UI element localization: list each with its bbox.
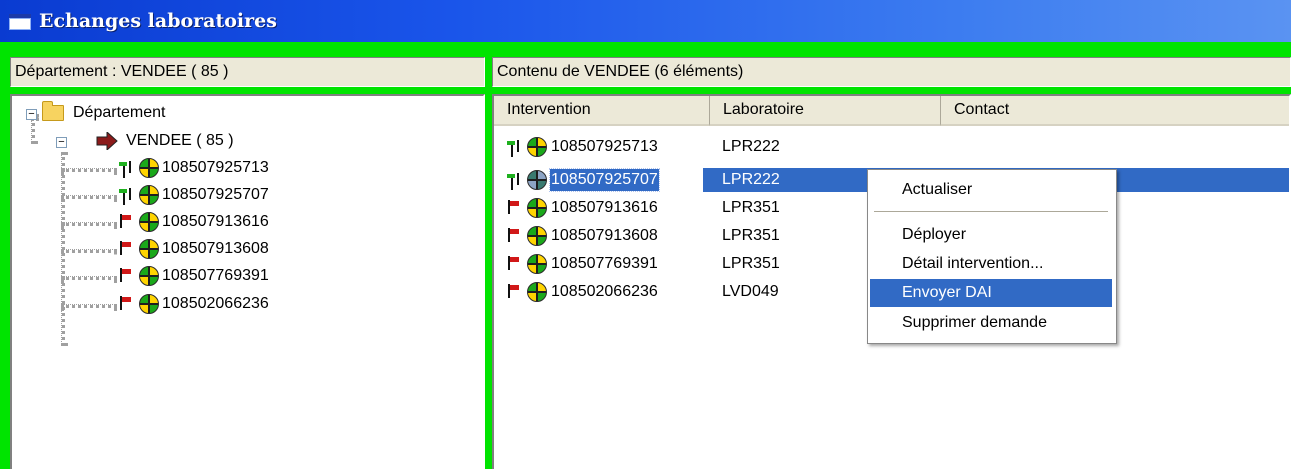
menu-separator — [874, 211, 1108, 213]
menu-item-supprimer-demande[interactable]: Supprimer demande — [870, 309, 1112, 337]
tree-node-label: 108507913608 — [162, 240, 269, 257]
right-panel-header: Contenu de VENDEE (6 éléments) — [492, 57, 1291, 87]
tree-root-label: Département — [73, 104, 166, 121]
tree-node-label: 108507925707 — [162, 186, 269, 203]
tree-node-label: 108507769391 — [162, 267, 269, 284]
left-panel-header: Département : VENDEE ( 85 ) — [10, 57, 485, 87]
red-flag-icon — [506, 255, 524, 273]
menu-item-envoyer-dai[interactable]: Envoyer DAI — [870, 279, 1112, 307]
target-icon — [139, 266, 159, 286]
column-header-intervention[interactable]: Intervention — [494, 96, 710, 126]
intervention-cell: 108507769391 — [551, 255, 658, 272]
target-icon — [139, 158, 159, 178]
window-icon — [9, 14, 31, 30]
folder-icon — [42, 101, 64, 121]
laboratoire-cell: LVD049 — [722, 283, 779, 300]
tree-node-root[interactable]: Département — [42, 101, 166, 125]
green-flag-icon — [506, 171, 524, 189]
red-flag-icon — [118, 240, 136, 258]
target-icon — [527, 282, 547, 302]
tree-node-intervention[interactable]: 108507913616 — [118, 210, 269, 234]
red-flag-icon — [506, 199, 524, 217]
menu-item-deployer[interactable]: Déployer — [870, 221, 1112, 249]
target-icon — [527, 198, 547, 218]
red-flag-icon — [506, 283, 524, 301]
intervention-cell: 108507925707 — [549, 168, 660, 192]
laboratoire-cell: LPR351 — [722, 199, 780, 216]
target-icon — [527, 254, 547, 274]
red-flag-icon — [118, 267, 136, 285]
collapse-root-toggle[interactable]: − — [26, 109, 37, 120]
laboratoire-cell: LPR222 — [722, 171, 780, 188]
tree-node-label: 108502066236 — [162, 295, 269, 312]
menu-item-actualiser[interactable]: Actualiser — [870, 176, 1112, 204]
tree-department-label: VENDEE ( 85 ) — [126, 132, 234, 149]
tree-node-intervention[interactable]: 108507913608 — [118, 237, 269, 261]
collapse-department-toggle[interactable]: − — [56, 137, 67, 148]
laboratoire-cell: LPR222 — [722, 138, 780, 155]
window-title: Echanges laboratoires — [39, 10, 277, 32]
intervention-cell: 108507913608 — [551, 227, 658, 244]
tree-node-intervention[interactable]: 108507925713 — [118, 156, 269, 180]
tree-node-intervention[interactable]: 108507925707 — [118, 183, 269, 207]
column-header-laboratoire[interactable]: Laboratoire — [710, 96, 941, 126]
tree-node-label: 108507913616 — [162, 213, 269, 230]
green-flag-icon — [118, 159, 136, 177]
tree-pane[interactable]: − Département − VENDEE ( 85 ) 1085079257… — [10, 94, 485, 469]
intervention-cell: 108507925713 — [551, 138, 658, 155]
intervention-cell: 108507913616 — [551, 199, 658, 216]
target-icon — [527, 226, 547, 246]
target-icon — [139, 239, 159, 259]
tree-node-department[interactable]: VENDEE ( 85 ) — [96, 129, 234, 153]
tree-node-intervention[interactable]: 108502066236 — [118, 292, 269, 316]
red-flag-icon — [506, 227, 524, 245]
green-flag-icon — [506, 138, 524, 156]
red-flag-icon — [118, 213, 136, 231]
title-bar[interactable]: Echanges laboratoires — [0, 0, 1291, 42]
tree-node-label: 108507925713 — [162, 159, 269, 176]
laboratoire-cell: LPR351 — [722, 227, 780, 244]
table-row[interactable]: 108507925713 LPR222 — [494, 133, 1289, 161]
target-icon — [139, 185, 159, 205]
target-icon — [527, 170, 547, 190]
target-icon — [139, 294, 159, 314]
target-icon — [139, 212, 159, 232]
green-flag-icon — [118, 186, 136, 204]
target-icon — [527, 137, 547, 157]
intervention-cell: 108502066236 — [551, 283, 658, 300]
context-menu: Actualiser Déployer Détail intervention.… — [867, 169, 1117, 344]
laboratoire-cell: LPR351 — [722, 255, 780, 272]
red-flag-icon — [118, 295, 136, 313]
column-header-contact[interactable]: Contact — [941, 96, 1289, 126]
menu-item-detail-intervention[interactable]: Détail intervention... — [870, 250, 1112, 278]
arrow-right-icon — [96, 132, 118, 150]
tree-node-intervention[interactable]: 108507769391 — [118, 264, 269, 288]
